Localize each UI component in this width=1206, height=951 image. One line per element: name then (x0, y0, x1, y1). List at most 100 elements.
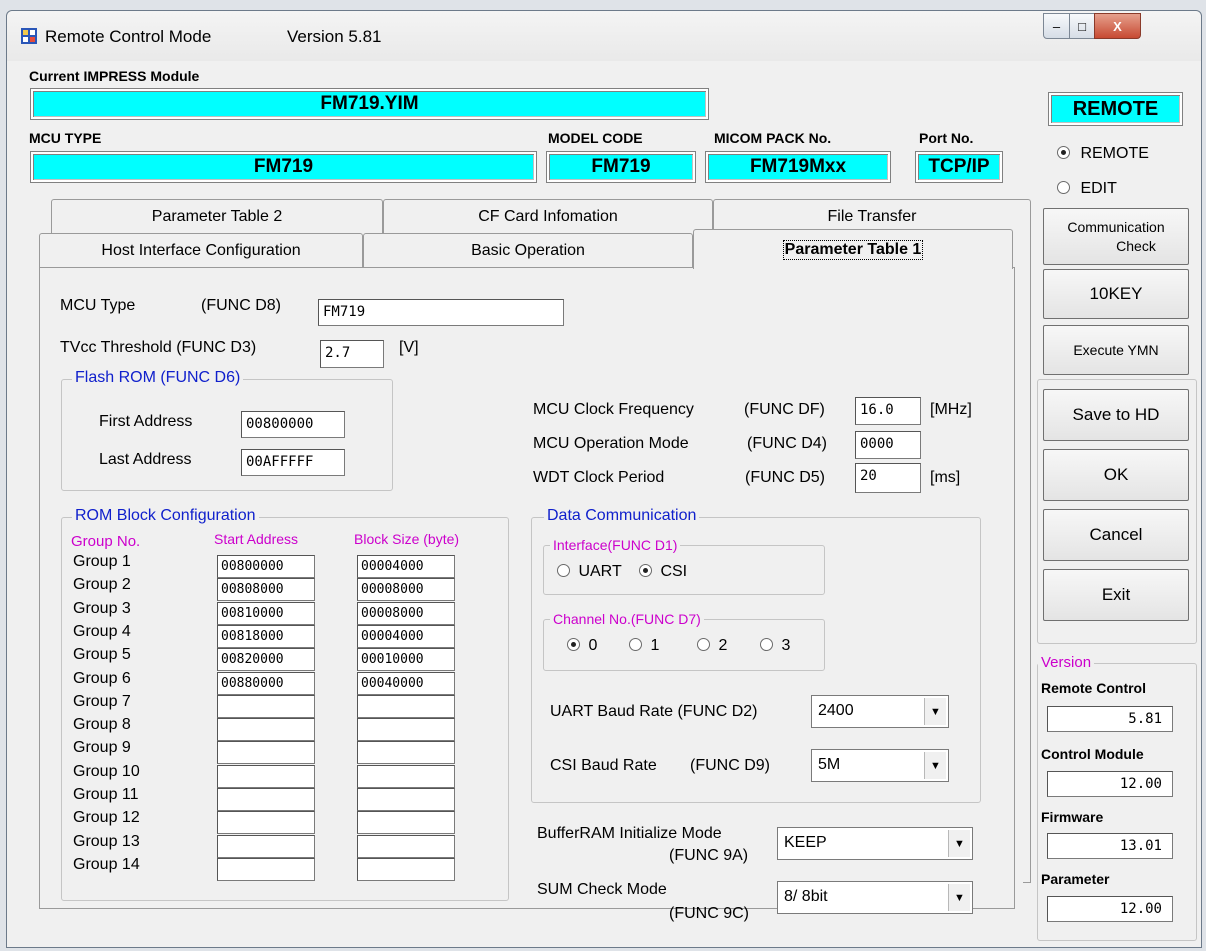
rom-block-size-input[interactable]: 00010000 (357, 648, 455, 671)
rom-start-address-input[interactable]: 00808000 (217, 578, 315, 601)
mcu-type-input[interactable]: FM719 (318, 299, 564, 326)
tab-cf-card-infomation[interactable]: CF Card Infomation (383, 199, 713, 233)
tvcc-input[interactable]: 2.7 (320, 340, 384, 368)
dropdown-arrow-icon[interactable]: ▼ (948, 830, 970, 857)
col-group-header: Group No. (71, 533, 141, 550)
parameter-version-value: 12.00 (1047, 896, 1173, 922)
module-version-value: 12.00 (1047, 771, 1173, 797)
maximize-button[interactable]: □ (1069, 13, 1095, 39)
rom-start-address-input[interactable] (217, 741, 315, 764)
sum-func: (FUNC 9C) (669, 905, 749, 922)
last-address-input[interactable]: 00AFFFFF (241, 449, 345, 476)
ok-button[interactable]: OK (1043, 449, 1189, 501)
opmode-input[interactable]: 0000 (855, 431, 921, 459)
dropdown-arrow-icon[interactable]: ▼ (924, 698, 946, 725)
csi-baud-select[interactable]: 5M ▼ (811, 749, 949, 782)
channel-2-label: 2 (718, 637, 728, 654)
mode-badge: REMOTE (1048, 92, 1183, 126)
save-to-hd-button[interactable]: Save to HD (1043, 389, 1189, 441)
opmode-label: MCU Operation Mode (533, 435, 689, 452)
rom-start-address-input[interactable] (217, 811, 315, 834)
channel-radio-3[interactable]: 3 (760, 637, 790, 655)
mode-radio-remote[interactable]: REMOTE (1057, 145, 1149, 163)
rom-group-label: Group 3 (73, 600, 131, 617)
clock-label: MCU Clock Frequency (533, 401, 694, 418)
rom-start-address-input[interactable]: 00820000 (217, 648, 315, 671)
radio-unselected-icon (1057, 181, 1070, 194)
rom-block-size-input[interactable]: 00008000 (357, 602, 455, 625)
cancel-button[interactable]: Cancel (1043, 509, 1189, 561)
mode-remote-label: REMOTE (1080, 145, 1149, 162)
rom-block-size-input[interactable] (357, 741, 455, 764)
rom-group-label: Group 6 (73, 670, 131, 687)
rom-start-address-input[interactable] (217, 835, 315, 858)
radio-unselected-icon (760, 638, 773, 651)
tenkey-button[interactable]: 10KEY (1043, 269, 1189, 319)
rom-group-label: Group 7 (73, 693, 131, 710)
rom-block-size-input[interactable] (357, 788, 455, 811)
rom-start-address-input[interactable]: 00818000 (217, 625, 315, 648)
mode-edit-label: EDIT (1080, 180, 1117, 197)
rom-group-label: Group 11 (73, 786, 139, 803)
rom-block-size-input[interactable] (357, 695, 455, 718)
rom-group-label: Group 5 (73, 646, 131, 663)
tab-parameter-table-2[interactable]: Parameter Table 2 (51, 199, 383, 233)
wdt-unit: [ms] (930, 469, 961, 486)
wdt-input[interactable]: 20 (855, 463, 921, 493)
clock-input[interactable]: 16.0 (855, 397, 921, 425)
rom-block-size-input[interactable] (357, 765, 455, 788)
dropdown-arrow-icon[interactable]: ▼ (948, 884, 970, 911)
title-bar[interactable]: Remote Control Mode Version 5.81 – □ X (7, 11, 1201, 61)
dropdown-arrow-icon[interactable]: ▼ (924, 752, 946, 779)
buffer-mode-select[interactable]: KEEP ▼ (777, 827, 973, 860)
communication-check-button[interactable]: Communication Check (1043, 208, 1189, 265)
tab-parameter-table-1[interactable]: Parameter Table 1 (693, 229, 1013, 269)
rom-start-address-input[interactable] (217, 718, 315, 741)
port-label: Port No. (919, 130, 974, 146)
rom-start-address-input[interactable] (217, 858, 315, 881)
radio-unselected-icon (629, 638, 642, 651)
radio-unselected-icon (557, 564, 570, 577)
mode-radio-edit[interactable]: EDIT (1057, 180, 1117, 198)
uart-baud-select[interactable]: 2400 ▼ (811, 695, 949, 728)
rom-group-label: Group 12 (73, 809, 140, 826)
rom-start-address-input[interactable] (217, 765, 315, 788)
rom-block-size-input[interactable] (357, 835, 455, 858)
tvcc-unit: [V] (399, 339, 419, 356)
tab-file-transfer[interactable]: File Transfer (713, 199, 1031, 233)
first-address-input[interactable]: 00800000 (241, 411, 345, 438)
sum-mode-select[interactable]: 8/ 8bit ▼ (777, 881, 973, 914)
channel-radio-2[interactable]: 2 (697, 637, 727, 655)
tab-host-interface[interactable]: Host Interface Configuration (39, 233, 363, 267)
interface-radio-csi[interactable]: CSI (639, 563, 687, 581)
rom-start-address-input[interactable]: 00810000 (217, 602, 315, 625)
rom-start-address-input[interactable] (217, 788, 315, 811)
client-area: Current IMPRESS Module FM719.YIM MCU TYP… (17, 63, 1201, 945)
micom-value: FM719Mxx (705, 151, 891, 183)
channel-radio-0[interactable]: 0 (567, 637, 597, 655)
close-button[interactable]: X (1094, 13, 1141, 39)
rom-block-size-input[interactable]: 00004000 (357, 625, 455, 648)
rom-block-size-input[interactable]: 00040000 (357, 672, 455, 695)
remote-version-value: 5.81 (1047, 706, 1173, 732)
minimize-button[interactable]: – (1043, 13, 1070, 39)
rom-block-size-input[interactable]: 00004000 (357, 555, 455, 578)
interface-title: Interface(FUNC D1) (550, 537, 681, 553)
rom-block-size-input[interactable] (357, 811, 455, 834)
sum-label: SUM Check Mode (537, 881, 667, 898)
rom-group-label: Group 2 (73, 576, 131, 593)
rom-start-address-input[interactable]: 00880000 (217, 672, 315, 695)
exit-button[interactable]: Exit (1043, 569, 1189, 621)
rom-block-size-input[interactable] (357, 858, 455, 881)
rom-block-size-input[interactable]: 00008000 (357, 578, 455, 601)
active-tab-label: Parameter Table 1 (782, 239, 924, 260)
interface-radio-uart[interactable]: UART (557, 563, 622, 581)
tab-basic-operation[interactable]: Basic Operation (363, 233, 693, 267)
channel-radio-1[interactable]: 1 (629, 637, 659, 655)
wdt-func: (FUNC D5) (745, 469, 825, 486)
execute-ymn-button[interactable]: Execute YMN (1043, 325, 1189, 375)
clock-func: (FUNC DF) (744, 401, 825, 418)
rom-block-size-input[interactable] (357, 718, 455, 741)
rom-start-address-input[interactable]: 00800000 (217, 555, 315, 578)
rom-start-address-input[interactable] (217, 695, 315, 718)
